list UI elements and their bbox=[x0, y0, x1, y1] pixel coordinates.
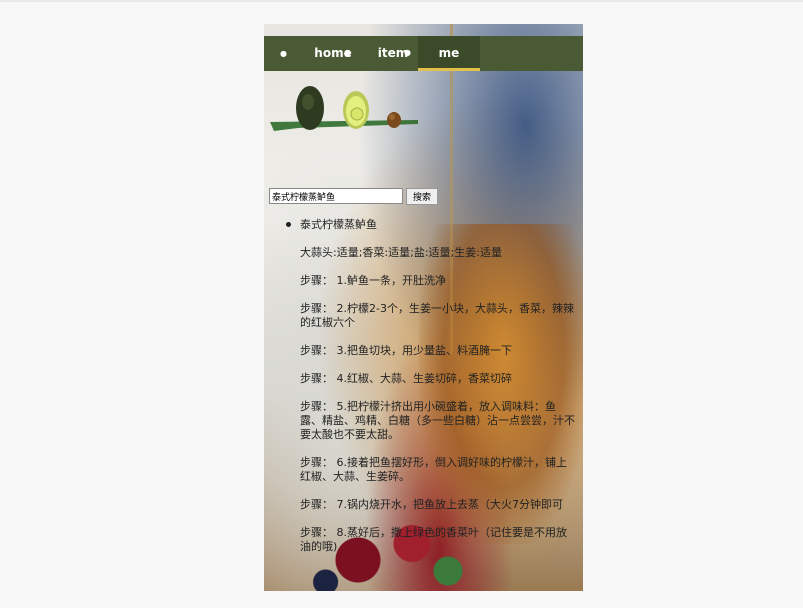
nav-item-item[interactable]: item ● bbox=[368, 36, 418, 71]
nav-item-home[interactable]: home ● bbox=[306, 36, 360, 71]
search-input[interactable] bbox=[269, 188, 403, 204]
bullet-icon bbox=[286, 222, 291, 227]
recipe-step: 步骤： 1.鲈鱼一条，开肚洗净 bbox=[300, 274, 446, 287]
recipe-content: 泰式柠檬蒸鲈鱼 大蒜头:适量;香菜:适量;盐:适量;生姜:适量 步骤： 1.鲈鱼… bbox=[284, 218, 576, 568]
avocado-logo-icon bbox=[268, 84, 428, 144]
recipe-ingredients: 大蒜头:适量;香菜:适量;盐:适量;生姜:适量 bbox=[300, 246, 502, 259]
bullet-icon: ● bbox=[344, 48, 351, 57]
nav-item-blank[interactable]: ● bbox=[278, 36, 298, 71]
recipe-step: 步骤： 6.接着把鱼摆好形，倒入调好味的柠檬汁，铺上红椒、大蒜、生姜碎。 bbox=[300, 456, 567, 483]
phone-viewport: ● home ● item ● me 泰式柠檬蒸鲈鱼 搜索 泰式柠檬蒸鲈鱼 大蒜… bbox=[264, 24, 583, 591]
recipe-step: 步骤： 5.把柠檬汁挤出用小碗盛着，放入调味料：鱼露、精盐、鸡精、白糖（多一些白… bbox=[300, 400, 575, 441]
browser-top-strip bbox=[0, 0, 803, 2]
bullet-icon: ● bbox=[280, 49, 287, 58]
recipe-title-item[interactable]: 泰式柠檬蒸鲈鱼 bbox=[284, 218, 576, 232]
recipe-step: 步骤： 2.柠檬2-3个，生姜一小块，大蒜头，香菜，辣辣的红椒六个 bbox=[300, 302, 574, 329]
nav-item-me[interactable]: me bbox=[418, 36, 480, 71]
recipe-title: 泰式柠檬蒸鲈鱼 bbox=[300, 218, 377, 231]
nav-item-me-label: me bbox=[438, 46, 460, 60]
search-button[interactable]: 搜索 bbox=[406, 188, 438, 205]
recipe-step: 步骤： 3.把鱼切块，用少量盐、料酒腌一下 bbox=[300, 344, 512, 357]
recipe-step: 步骤： 7.锅内烧开水，把鱼放上去蒸（大火7分钟即可 bbox=[300, 498, 563, 511]
recipe-step: 步骤： 8.蒸好后，撒上绿色的香菜叶（记住要是不用放油的哦) bbox=[300, 526, 567, 553]
recipe-step: 步骤： 4.红椒、大蒜、生姜切碎，香菜切碎 bbox=[300, 372, 512, 385]
bullet-icon: ● bbox=[404, 48, 411, 57]
top-nav-bar: ● home ● item ● me bbox=[264, 36, 583, 71]
